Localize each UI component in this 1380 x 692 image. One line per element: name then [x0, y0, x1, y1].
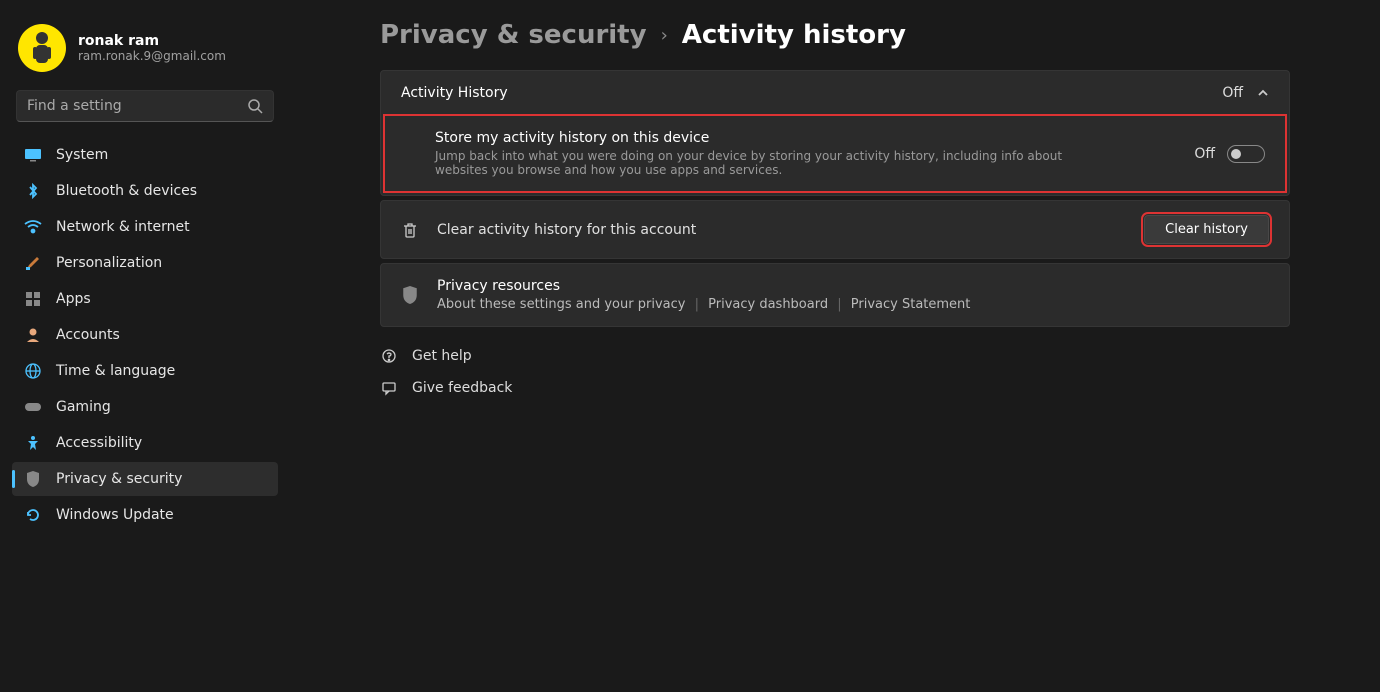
feedback-icon: [380, 379, 398, 397]
nav: System Bluetooth & devices Network & int…: [12, 138, 278, 532]
clear-history-row: Clear activity history for this account …: [380, 200, 1290, 259]
store-history-desc: Jump back into what you were doing on yo…: [435, 149, 1075, 177]
resource-link[interactable]: Privacy dashboard: [708, 297, 828, 312]
sidebar-item-system[interactable]: System: [12, 138, 278, 172]
give-feedback-link[interactable]: Give feedback: [380, 377, 1290, 399]
search-input[interactable]: [17, 98, 247, 114]
sidebar-item-label: Bluetooth & devices: [56, 183, 197, 199]
card-title: Activity History: [401, 85, 508, 101]
gamepad-icon: [24, 398, 42, 416]
breadcrumb: Privacy & security › Activity history: [380, 20, 1290, 50]
card-header[interactable]: Activity History Off: [381, 71, 1289, 115]
sidebar: ronak ram ram.ronak.9@gmail.com System B…: [0, 0, 290, 692]
sidebar-item-accessibility[interactable]: Accessibility: [12, 426, 278, 460]
sidebar-item-label: Accounts: [56, 327, 120, 343]
globe-icon: [24, 362, 42, 380]
card-status: Off: [1222, 85, 1243, 101]
clear-history-button[interactable]: Clear history: [1144, 215, 1269, 244]
store-history-row: Store my activity history on this device…: [383, 114, 1287, 193]
wifi-icon: [24, 218, 42, 236]
sidebar-item-gaming[interactable]: Gaming: [12, 390, 278, 424]
resources-title: Privacy resources: [437, 278, 970, 294]
search-icon: [247, 98, 263, 114]
store-history-title: Store my activity history on this device: [435, 130, 1075, 146]
shield-icon: [24, 470, 42, 488]
help-icon: [380, 347, 398, 365]
privacy-resources-row: Privacy resources About these settings a…: [380, 263, 1290, 327]
store-history-toggle[interactable]: [1227, 145, 1265, 163]
profile-block[interactable]: ronak ram ram.ronak.9@gmail.com: [12, 18, 278, 90]
sidebar-item-label: Network & internet: [56, 219, 190, 235]
toggle-state-label: Off: [1194, 146, 1215, 162]
shield-icon: [401, 286, 419, 304]
resources-links: About these settings and your privacy | …: [437, 297, 970, 312]
sidebar-item-privacy[interactable]: Privacy & security: [12, 462, 278, 496]
sidebar-item-label: Gaming: [56, 399, 111, 415]
activity-history-card: Activity History Off Store my activity h…: [380, 70, 1290, 196]
sidebar-item-label: Accessibility: [56, 435, 142, 451]
accessibility-icon: [24, 434, 42, 452]
search-box[interactable]: [16, 90, 274, 122]
sidebar-item-label: Apps: [56, 291, 91, 307]
profile-name: ronak ram: [78, 33, 226, 49]
sidebar-item-label: Privacy & security: [56, 471, 182, 487]
breadcrumb-current: Activity history: [682, 20, 906, 50]
sidebar-item-update[interactable]: Windows Update: [12, 498, 278, 532]
chevron-up-icon: [1257, 87, 1269, 99]
sidebar-item-label: System: [56, 147, 108, 163]
give-feedback-label: Give feedback: [412, 380, 512, 396]
breadcrumb-parent[interactable]: Privacy & security: [380, 20, 647, 50]
bluetooth-icon: [24, 182, 42, 200]
apps-icon: [24, 290, 42, 308]
brush-icon: [24, 254, 42, 272]
get-help-label: Get help: [412, 348, 472, 364]
clear-history-label: Clear activity history for this account: [437, 222, 696, 238]
sidebar-item-time-language[interactable]: Time & language: [12, 354, 278, 388]
chevron-right-icon: ›: [661, 25, 668, 46]
sidebar-item-label: Time & language: [56, 363, 175, 379]
resource-link[interactable]: About these settings and your privacy: [437, 297, 685, 312]
sidebar-item-personalization[interactable]: Personalization: [12, 246, 278, 280]
sidebar-item-bluetooth[interactable]: Bluetooth & devices: [12, 174, 278, 208]
sidebar-item-network[interactable]: Network & internet: [12, 210, 278, 244]
get-help-link[interactable]: Get help: [380, 345, 1290, 367]
help-links: Get help Give feedback: [380, 345, 1290, 399]
person-icon: [24, 326, 42, 344]
trash-icon: [401, 221, 419, 239]
avatar: [18, 24, 66, 72]
monitor-icon: [24, 146, 42, 164]
sidebar-item-accounts[interactable]: Accounts: [12, 318, 278, 352]
sidebar-item-label: Personalization: [56, 255, 162, 271]
update-icon: [24, 506, 42, 524]
sidebar-item-apps[interactable]: Apps: [12, 282, 278, 316]
sidebar-item-label: Windows Update: [56, 507, 174, 523]
main-content: Privacy & security › Activity history Ac…: [290, 0, 1380, 692]
profile-email: ram.ronak.9@gmail.com: [78, 49, 226, 63]
resource-link[interactable]: Privacy Statement: [851, 297, 971, 312]
